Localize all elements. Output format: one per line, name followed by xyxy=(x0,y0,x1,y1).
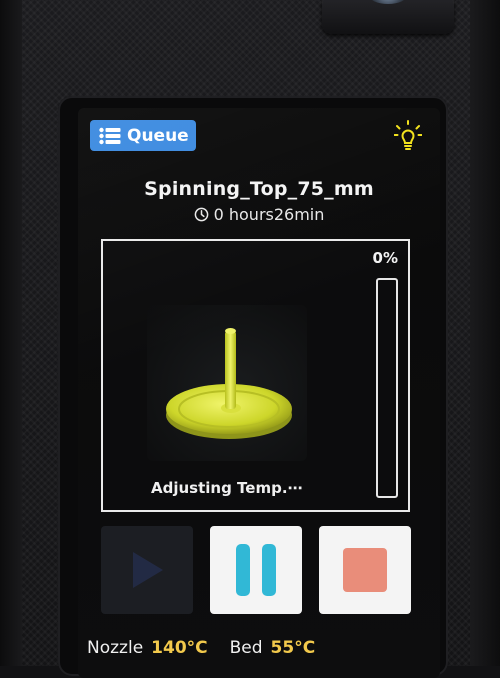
model-preview xyxy=(147,305,307,461)
clock-icon xyxy=(194,207,208,222)
time-remaining-value: 0 hours26min xyxy=(213,205,325,224)
play-icon xyxy=(133,552,163,588)
knob-lens xyxy=(368,0,408,4)
bed-temperature: 55°C xyxy=(270,638,316,658)
time-remaining: 0 hours26min xyxy=(78,205,440,224)
pause-button[interactable] xyxy=(210,526,302,614)
queue-button[interactable]: Queue xyxy=(90,120,196,151)
bezel-left-edge xyxy=(0,0,22,666)
touch-screen: Queue Spinning_Top_75_mm 0 hours26min 0%… xyxy=(78,108,440,678)
progress-percent: 0% xyxy=(372,249,398,267)
bezel-right-edge xyxy=(470,0,500,666)
file-name: Spinning_Top_75_mm xyxy=(144,178,374,200)
pause-icon-bar-right xyxy=(262,544,276,596)
stop-icon xyxy=(343,548,387,592)
nozzle-temperature: 140°C xyxy=(151,638,208,658)
queue-label: Queue xyxy=(127,125,189,146)
printer-knob[interactable] xyxy=(322,0,454,34)
bed-label: Bed xyxy=(229,638,263,658)
print-preview-panel: 0% Adjusting Temp.⋯ xyxy=(101,239,410,512)
temperature-readout: Nozzle 140°C Bed 55°C xyxy=(87,638,427,658)
lightbulb-icon[interactable] xyxy=(394,120,422,152)
progress-bar xyxy=(376,278,398,498)
status-text: Adjusting Temp.⋯ xyxy=(151,479,303,497)
resume-button[interactable] xyxy=(101,526,193,614)
spinning-top-model xyxy=(166,328,292,439)
list-icon xyxy=(99,127,121,144)
pause-icon-bar-left xyxy=(236,544,250,596)
stop-button[interactable] xyxy=(319,526,411,614)
print-controls xyxy=(101,526,411,616)
nozzle-label: Nozzle xyxy=(87,638,144,658)
